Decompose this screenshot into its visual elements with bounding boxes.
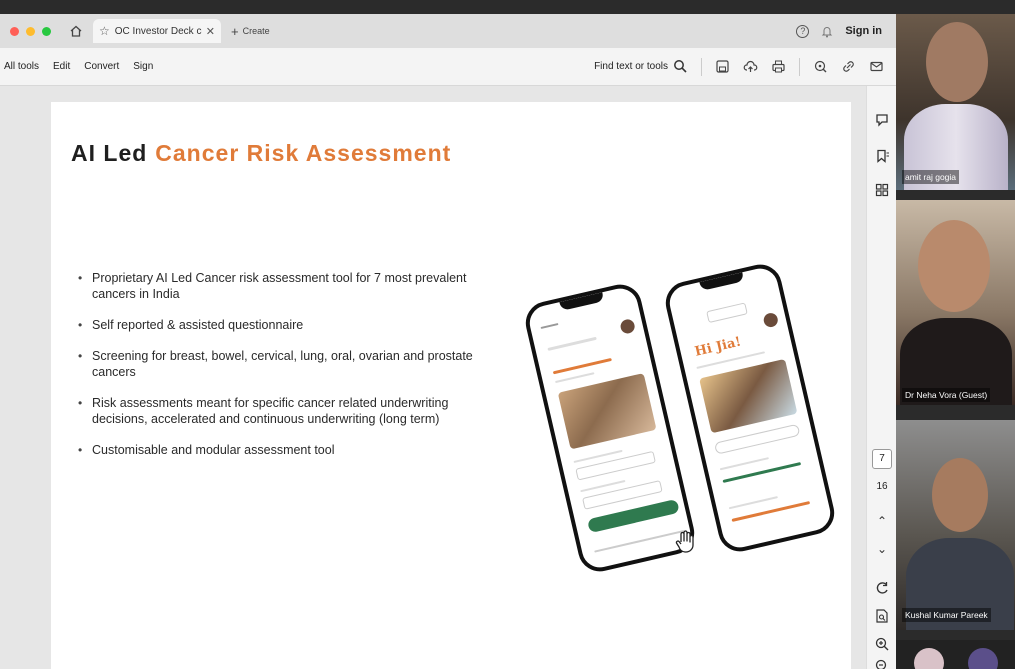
participant-name: amit raj gogia <box>902 170 960 184</box>
participant-video-tile[interactable]: Dr Neha Vora (Guest) <box>896 200 1015 405</box>
previous-page-icon[interactable]: ⌃ <box>867 514 896 528</box>
participant-name: Dr Neha Vora (Guest) <box>902 388 991 402</box>
toolbar-divider <box>799 57 800 76</box>
status-bar <box>540 322 559 329</box>
thumbnails-icon[interactable] <box>874 182 890 198</box>
screen-heading <box>547 336 597 351</box>
participant-avatar <box>914 648 944 669</box>
star-icon[interactable]: ☆ <box>99 24 110 38</box>
participant-video <box>926 22 988 102</box>
greeting-text: Hi Jia! <box>693 334 743 360</box>
participant-video-tile[interactable]: Kushal Kumar Pareek <box>896 420 1015 630</box>
participant-video <box>918 220 990 312</box>
participant-avatar <box>968 648 998 669</box>
app-logo <box>706 302 748 324</box>
avatar <box>619 318 636 335</box>
phone-notch <box>559 292 605 311</box>
toolbar-divider <box>701 57 702 76</box>
illustration-photo <box>557 373 657 450</box>
risk-label <box>728 496 778 510</box>
slide-title-main: AI Led <box>71 140 148 166</box>
screen: ☆ OC Investor Deck copy... ✕ + Create ? … <box>0 0 1015 669</box>
bullet-item: Customisable and modular assessment tool <box>78 442 503 458</box>
slide-title-accent: Cancer Risk Assessment <box>155 140 452 166</box>
participant-video <box>932 458 988 532</box>
viewer-toolbar: All tools Edit Convert Sign Find text or… <box>0 48 896 86</box>
bullet-list: Proprietary AI Led Cancer risk assessmen… <box>78 270 503 473</box>
zoom-in-icon[interactable] <box>874 636 890 652</box>
bullet-item: Risk assessments meant for specific canc… <box>78 395 503 427</box>
bottom-nav <box>594 530 685 553</box>
mail-icon[interactable] <box>869 59 884 74</box>
sign-in-button[interactable]: Sign in <box>845 25 882 37</box>
tab-bar: ☆ OC Investor Deck copy... ✕ + Create ? … <box>0 14 896 48</box>
plus-icon: + <box>231 23 239 39</box>
menu-sign[interactable]: Sign <box>133 61 153 72</box>
minimize-window-button[interactable] <box>26 26 35 36</box>
print-icon[interactable] <box>771 59 786 74</box>
phone-notch <box>699 272 745 291</box>
find-text-label: Find text or tools <box>594 61 668 72</box>
document-tab-title: OC Investor Deck copy... <box>114 25 202 37</box>
maximize-window-button[interactable] <box>42 26 51 36</box>
participant-video-tile[interactable]: amit raj gogia <box>896 14 1015 190</box>
input-field <box>575 450 656 481</box>
close-tab-icon[interactable]: ✕ <box>206 25 215 38</box>
slide-title: AI Led Cancer Risk Assessment <box>71 140 451 167</box>
comment-icon[interactable] <box>874 112 890 128</box>
bookmark-icon[interactable] <box>874 148 890 164</box>
home-icon[interactable] <box>69 24 83 38</box>
risk-label <box>719 457 769 471</box>
ai-assistant-icon[interactable] <box>813 59 828 74</box>
next-page-icon[interactable]: ⌄ <box>867 542 896 556</box>
progress-bar <box>552 357 612 375</box>
menu-all-tools[interactable]: All tools <box>4 61 39 72</box>
tools-rail: 7 16 ⌃ ⌄ <box>866 86 896 669</box>
link-icon[interactable] <box>841 59 856 74</box>
save-icon[interactable] <box>715 59 730 74</box>
current-page-input[interactable]: 7 <box>872 449 892 469</box>
tab-bar-actions: ? Sign in <box>796 24 896 38</box>
illustration-photo <box>699 358 798 434</box>
bell-icon[interactable] <box>821 25 833 38</box>
new-tab-label: Create <box>242 26 270 36</box>
avatar <box>762 311 780 329</box>
pdf-viewer-window: ☆ OC Investor Deck copy... ✕ + Create ? … <box>0 14 896 669</box>
help-icon[interactable]: ? <box>796 24 810 38</box>
document-zoom-icon[interactable] <box>874 608 890 624</box>
participant-video-tile[interactable] <box>896 640 1015 669</box>
document-tab[interactable]: ☆ OC Investor Deck copy... ✕ <box>93 19 221 43</box>
bullet-item: Self reported & assisted questionnaire <box>78 317 503 333</box>
new-tab-button[interactable]: + Create <box>231 24 270 39</box>
participant-name: Kushal Kumar Pareek <box>902 608 991 622</box>
upload-cloud-icon[interactable] <box>743 59 758 74</box>
total-pages: 16 <box>876 481 888 492</box>
close-window-button[interactable] <box>10 26 19 36</box>
rotate-icon[interactable] <box>874 580 890 596</box>
bullet-item: Proprietary AI Led Cancer risk assessmen… <box>78 270 503 302</box>
toolbar-actions: Find text or tools <box>594 57 896 76</box>
menu-convert[interactable]: Convert <box>84 61 119 72</box>
bullet-item: Screening for breast, bowel, cervical, l… <box>78 348 503 380</box>
search-icon <box>674 60 687 73</box>
document-canvas[interactable]: AI Led Cancer Risk Assessment Proprietary… <box>0 86 866 669</box>
zoom-out-icon[interactable] <box>874 658 890 669</box>
question-label <box>555 372 595 384</box>
slide-page: AI Led Cancer Risk Assessment Proprietary… <box>51 102 851 669</box>
menu-edit[interactable]: Edit <box>53 61 70 72</box>
find-text-button[interactable]: Find text or tools <box>594 59 688 74</box>
hand-cursor-icon <box>675 530 694 553</box>
